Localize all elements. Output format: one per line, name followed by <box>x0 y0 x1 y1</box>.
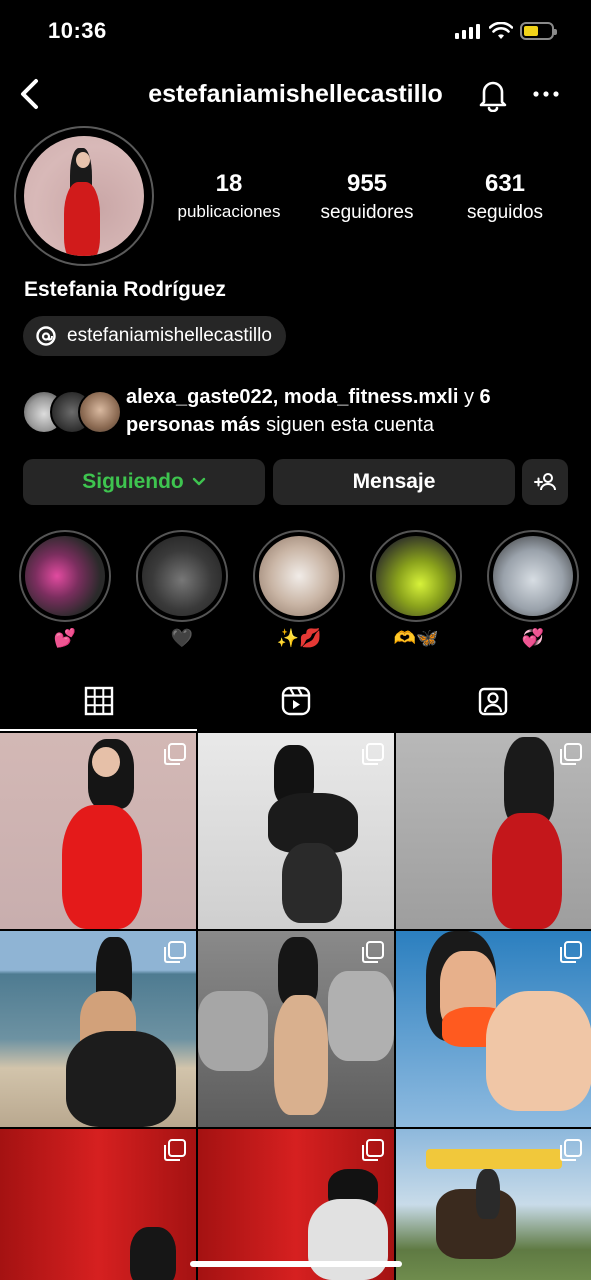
post-thumbnail[interactable] <box>0 931 196 1127</box>
reels-icon[interactable] <box>281 686 311 716</box>
post-thumbnail[interactable] <box>198 1129 394 1280</box>
story-highlight[interactable]: 🖤 <box>136 530 228 649</box>
multiple-posts-icon <box>362 743 384 765</box>
post-thumbnail[interactable] <box>396 1129 591 1280</box>
stat-posts[interactable]: 18 publicaciones <box>159 170 299 222</box>
post-thumbnail[interactable] <box>198 733 394 929</box>
following-button[interactable]: Siguiendo <box>23 459 265 505</box>
add-person-button[interactable] <box>522 459 568 505</box>
avatar[interactable] <box>24 136 144 256</box>
threads-icon <box>36 326 56 346</box>
avatar <box>78 390 122 434</box>
status-time: 10:36 <box>48 18 107 43</box>
stat-following-value: 631 <box>484 170 526 197</box>
add-person-icon <box>534 473 556 491</box>
highlight-label: 🫶🦋 <box>393 628 439 648</box>
grid-icon[interactable] <box>84 686 114 716</box>
story-highlight[interactable]: 🫶🦋 <box>370 530 462 649</box>
stat-posts-value: 18 <box>215 170 243 197</box>
wifi-icon <box>489 22 513 39</box>
stat-posts-label: publicaciones <box>177 202 281 221</box>
story-highlight[interactable]: ✨💋 <box>253 530 345 649</box>
signal-icon <box>455 24 480 39</box>
story-highlight[interactable]: 💞 <box>487 530 579 649</box>
stat-following-label: seguidos <box>466 202 544 223</box>
multiple-posts-icon <box>560 941 582 963</box>
chevron-down-icon <box>192 477 205 486</box>
more-icon[interactable] <box>533 90 559 98</box>
threads-link[interactable]: estefaniamishellecastillo <box>23 316 286 356</box>
threads-handle: estefaniamishellecastillo <box>67 325 272 346</box>
stat-following[interactable]: 631 seguidos <box>435 170 575 224</box>
highlight-label: 🖤 <box>170 628 194 648</box>
full-name: Estefania Rodríguez <box>24 278 226 301</box>
followed-by-connector: y <box>458 386 480 408</box>
active-tab-indicator <box>0 729 197 731</box>
multiple-posts-icon <box>164 941 186 963</box>
stat-followers-value: 955 <box>346 170 388 197</box>
story-highlight[interactable]: 💕 <box>19 530 111 649</box>
multiple-posts-icon <box>560 743 582 765</box>
followed-by-names: alexa_gaste022, moda_fitness.mxli <box>126 386 459 408</box>
stat-followers-label: seguidores <box>320 202 414 223</box>
bell-icon[interactable] <box>478 78 508 112</box>
mutual-followers-avatars[interactable] <box>22 390 122 434</box>
post-thumbnail[interactable] <box>396 931 591 1127</box>
home-indicator <box>190 1261 402 1267</box>
highlight-label: 💞 <box>521 628 545 648</box>
tagged-icon[interactable] <box>478 686 508 716</box>
post-thumbnail[interactable] <box>396 733 591 929</box>
multiple-posts-icon <box>164 743 186 765</box>
battery-icon <box>520 22 557 40</box>
highlight-label: 💕 <box>53 628 77 648</box>
followed-by-suffix: siguen esta cuenta <box>260 414 434 436</box>
following-label: Siguiendo <box>82 470 184 493</box>
post-thumbnail[interactable] <box>198 931 394 1127</box>
stat-followers[interactable]: 955 seguidores <box>297 170 437 224</box>
multiple-posts-icon <box>164 1139 186 1161</box>
post-thumbnail[interactable] <box>0 733 196 929</box>
multiple-posts-icon <box>560 1139 582 1161</box>
multiple-posts-icon <box>362 1139 384 1161</box>
highlight-label: ✨💋 <box>276 628 322 648</box>
post-thumbnail[interactable] <box>0 1129 196 1280</box>
message-button[interactable]: Mensaje <box>273 459 515 505</box>
multiple-posts-icon <box>362 941 384 963</box>
followed-by-text[interactable]: alexa_gaste022, moda_fitness.mxli y 6 pe… <box>126 383 576 439</box>
